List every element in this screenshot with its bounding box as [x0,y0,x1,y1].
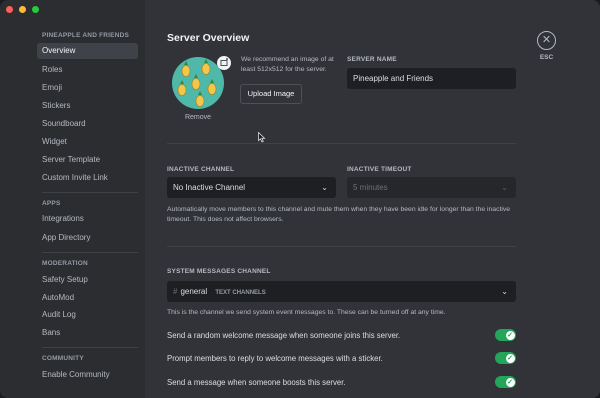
sidebar-divider [42,347,138,348]
inactive-channel-select[interactable]: No Inactive Channel ⌄ [167,177,336,198]
system-help-text: This is the channel we send system event… [167,309,446,316]
check-icon: ✓ [505,353,515,363]
toggle-row-welcome: Send a random welcome message when someo… [167,329,516,341]
inactive-timeout-value: 5 minutes [353,183,388,192]
toggle-label: Send a message when someone boosts this … [167,378,346,387]
chevron-down-icon: ⌄ [501,183,508,192]
close-settings-button[interactable]: ✕ [537,31,556,50]
inactive-timeout-label: INACTIVE TIMEOUT [347,166,412,173]
upload-image-button[interactable]: Upload Image [240,84,302,104]
minimize-window-button[interactable] [19,6,26,13]
sidebar-divider [42,252,138,253]
mouse-cursor-icon [258,130,266,148]
settings-window: PINEAPPLE AND FRIENDS Overview Roles Emo… [0,0,600,398]
category-apps: APPS [42,200,61,207]
sidebar-item-audit-log[interactable]: Audit Log [37,307,138,323]
remove-icon-link[interactable]: Remove [172,114,224,121]
welcome-message-toggle[interactable]: ✓ [495,329,516,341]
check-icon: ✓ [505,377,515,387]
sticker-reply-toggle[interactable]: ✓ [495,352,516,364]
close-icon: ✕ [541,34,552,46]
inactive-help-text: Automatically move members to this chann… [167,206,511,223]
settings-sidebar: PINEAPPLE AND FRIENDS Overview Roles Emo… [0,0,145,398]
sidebar-item-soundboard[interactable]: Soundboard [37,116,138,132]
sidebar-item-app-directory[interactable]: App Directory [37,230,138,246]
upload-image-icon[interactable] [217,56,231,70]
sidebar-item-safety-setup[interactable]: Safety Setup [37,272,138,288]
hash-icon: # [173,287,178,296]
sidebar-item-stickers[interactable]: Stickers [37,98,138,114]
section-divider [167,246,516,247]
close-window-button[interactable] [6,6,13,13]
icon-size-hint: We recommend an image of at least 512x51… [241,56,334,73]
sidebar-item-widget[interactable]: Widget [37,134,138,150]
sidebar-item-integrations[interactable]: Integrations [37,211,138,227]
toggle-row-sticker: Prompt members to reply to welcome messa… [167,352,516,364]
page-title: Server Overview [167,32,250,44]
system-channel-category: TEXT CHANNELS [215,290,266,296]
sidebar-item-custom-invite-link[interactable]: Custom Invite Link [37,170,138,186]
toggle-label: Send a random welcome message when someo… [167,331,401,340]
zoom-window-button[interactable] [32,6,39,13]
sidebar-item-server-template[interactable]: Server Template [37,152,138,168]
sidebar-item-emoji[interactable]: Emoji [37,80,138,96]
inactive-channel-label: INACTIVE CHANNEL [167,166,235,173]
inactive-timeout-select[interactable]: 5 minutes ⌄ [347,177,516,198]
server-name-label: SERVER NAME [347,56,397,63]
chevron-down-icon: ⌄ [321,183,328,192]
category-community: COMMUNITY [42,355,84,362]
server-name-input[interactable]: Pineapple and Friends [347,68,516,89]
settings-main: Server Overview ✕ ESC Remove We recommen… [145,0,600,398]
sidebar-item-overview[interactable]: Overview [37,43,138,59]
sidebar-item-automod[interactable]: AutoMod [37,290,138,306]
toggle-label: Prompt members to reply to welcome messa… [167,354,383,363]
system-channel-select[interactable]: # general TEXT CHANNELS ⌄ [167,281,516,302]
system-channel-label: SYSTEM MESSAGES CHANNEL [167,268,271,275]
chevron-down-icon: ⌄ [501,287,508,296]
toggle-row-boost: Send a message when someone boosts this … [167,376,516,388]
section-divider [167,143,516,144]
sidebar-item-roles[interactable]: Roles [37,62,138,78]
sidebar-item-enable-community[interactable]: Enable Community [37,367,138,383]
esc-label: ESC [539,54,554,61]
inactive-channel-value: No Inactive Channel [173,183,246,192]
check-icon: ✓ [505,330,515,340]
window-controls [6,6,39,13]
boost-message-toggle[interactable]: ✓ [495,376,516,388]
sidebar-item-bans[interactable]: Bans [37,325,138,341]
sidebar-divider [42,192,138,193]
system-channel-name: general [180,287,208,296]
category-server: PINEAPPLE AND FRIENDS [42,32,130,39]
category-moderation: MODERATION [42,260,88,267]
